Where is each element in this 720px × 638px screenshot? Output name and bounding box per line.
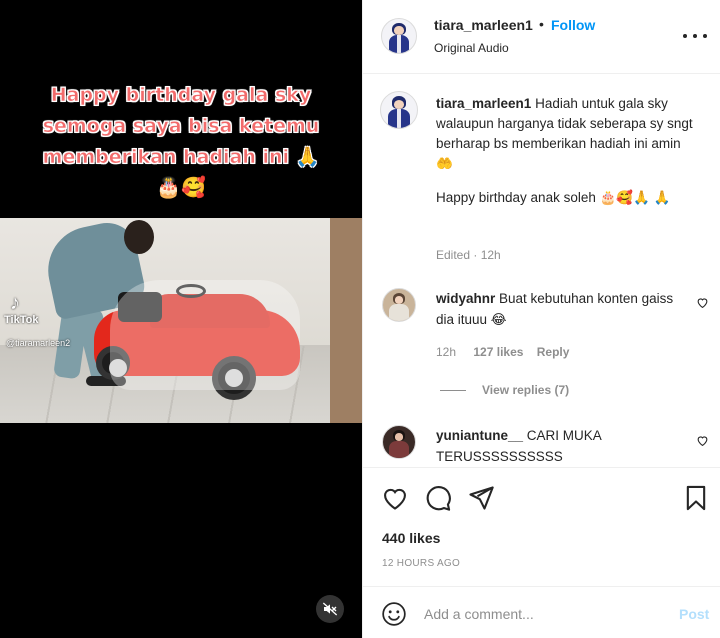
overlay-line-4: 🎂🥰 — [156, 177, 206, 199]
view-replies-button[interactable]: View replies (7) — [440, 383, 569, 397]
caption-author-avatar[interactable] — [380, 91, 418, 129]
more-options-icon[interactable] — [683, 26, 707, 46]
bookmark-icon[interactable] — [682, 484, 710, 512]
post-header: tiara_marleen1 • Follow Original Audio — [363, 0, 720, 74]
post-actions: 440 likes 12 HOURS AGO — [363, 467, 720, 587]
overlay-line-1: Happy birthday gala sky — [50, 84, 312, 107]
audio-label[interactable]: Original Audio — [434, 41, 509, 55]
post-timestamp: 12 HOURS AGO — [382, 558, 461, 569]
view-replies-label: View replies (7) — [482, 383, 570, 397]
tiktok-watermark: ♪ TikTok — [4, 292, 38, 326]
comment-item: widyahnr Buat kebutuhan konten gaiss dia… — [436, 288, 686, 330]
heart-icon[interactable] — [381, 484, 409, 512]
author-avatar[interactable] — [381, 18, 417, 54]
tiktok-username: @tiaramarleen2 — [6, 338, 71, 348]
caption-time: 12h — [480, 248, 501, 262]
comment-like-heart-icon[interactable] — [696, 434, 709, 447]
comment-avatar[interactable] — [382, 425, 416, 459]
comment-icon[interactable] — [424, 484, 452, 512]
comment-username[interactable]: widyahnr — [436, 291, 495, 306]
overlay-line-3: memberikan hadiah ini 🙏 — [42, 146, 320, 169]
overlay-line-2: semoga saya bisa ketemu — [42, 115, 320, 138]
mute-button[interactable] — [316, 595, 344, 623]
add-comment-bar: Post — [363, 586, 720, 638]
comment-item: yuniantune__ CARI MUKA TERUSSSSSSSSSS — [436, 425, 686, 467]
caption-text-2: Happy birthday anak soleh 🎂🥰🙏 🙏 — [436, 190, 671, 205]
comment-like-heart-icon[interactable] — [696, 296, 709, 309]
likes-count[interactable]: 440 likes — [382, 530, 440, 546]
edited-label: Edited — [436, 248, 471, 262]
comment-likes[interactable]: 127 likes — [473, 345, 523, 359]
post-media[interactable]: Happy birthday gala sky semoga saya bisa… — [0, 0, 362, 638]
author-username[interactable]: tiara_marleen1 — [434, 17, 533, 33]
video-frame: ♪ TikTok @tiaramarleen2 — [0, 218, 362, 423]
video-text-overlay: Happy birthday gala sky semoga saya bisa… — [0, 80, 362, 203]
caption-meta: Edited · 12h — [436, 248, 501, 262]
tiktok-logo-icon: ♪ — [10, 292, 20, 314]
emoji-icon[interactable] — [381, 601, 407, 627]
reply-button[interactable]: Reply — [537, 345, 570, 359]
comments-list[interactable]: tiara_marleen1 Hadiah untuk gala sky wal… — [363, 75, 720, 467]
speaker-muted-icon — [322, 602, 338, 616]
comment-input[interactable] — [424, 601, 664, 627]
comment-time: 12h — [436, 345, 457, 359]
post-side-panel: tiara_marleen1 • Follow Original Audio t… — [362, 0, 720, 638]
share-icon[interactable] — [467, 484, 495, 512]
follow-button[interactable]: Follow — [551, 17, 595, 33]
comment-meta: 12h 127 likes Reply — [436, 345, 569, 359]
tiktok-brand: TikTok — [4, 314, 39, 326]
caption-username[interactable]: tiara_marleen1 — [436, 96, 531, 111]
separator-dot: • — [539, 16, 544, 32]
post-comment-button[interactable]: Post — [679, 606, 709, 622]
comment-avatar[interactable] — [382, 288, 416, 322]
post-caption: tiara_marleen1 Hadiah untuk gala sky wal… — [436, 94, 698, 208]
comment-username[interactable]: yuniantune__ — [436, 428, 523, 443]
